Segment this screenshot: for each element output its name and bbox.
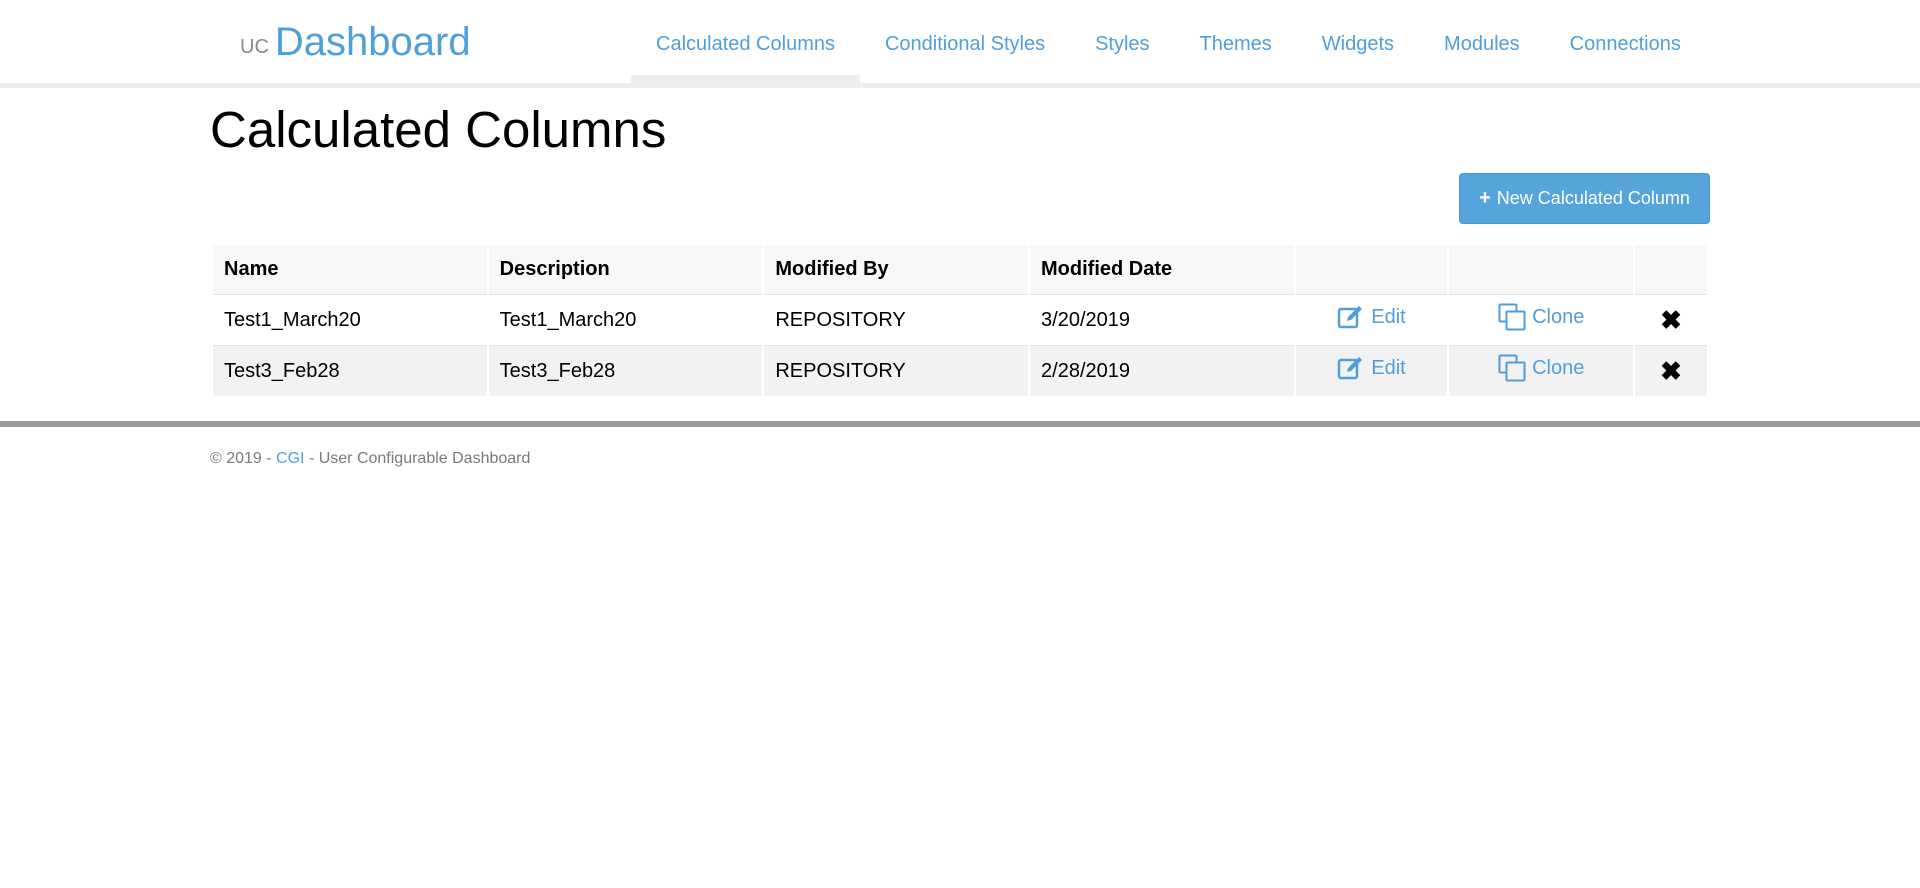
cell-edit: Edit <box>1295 294 1448 345</box>
edit-label: Edit <box>1371 305 1406 328</box>
table-row: Test3_Feb28 Test3_Feb28 REPOSITORY 2/28/… <box>213 345 1707 396</box>
header-edit <box>1295 245 1448 294</box>
nav-item-themes[interactable]: Themes <box>1175 0 1297 88</box>
nav-item-widgets[interactable]: Widgets <box>1297 0 1419 88</box>
clone-icon <box>1498 354 1526 382</box>
nav-item-modules[interactable]: Modules <box>1419 0 1545 88</box>
clone-label: Clone <box>1532 356 1585 379</box>
nav-item-connections[interactable]: Connections <box>1545 0 1706 88</box>
footer-app-name: - User Configurable Dashboard <box>304 450 531 467</box>
cell-delete: ✖ <box>1635 345 1707 396</box>
clone-button[interactable]: Clone <box>1498 354 1584 382</box>
top-navbar: UC Dashboard Calculated Columns Condition… <box>0 0 1920 88</box>
cell-clone: Clone <box>1449 345 1634 396</box>
cell-modified-by: REPOSITORY <box>764 294 1029 345</box>
header-modified-date[interactable]: Modified Date <box>1030 245 1294 294</box>
cell-clone: Clone <box>1449 294 1634 345</box>
edit-label: Edit <box>1371 356 1406 379</box>
nav-item-calculated-columns[interactable]: Calculated Columns <box>631 0 860 88</box>
cell-description: Test3_Feb28 <box>488 345 763 396</box>
clone-button[interactable]: Clone <box>1498 303 1584 331</box>
header-modified-by[interactable]: Modified By <box>764 245 1029 294</box>
cell-modified-date: 2/28/2019 <box>1030 345 1294 396</box>
cell-delete: ✖ <box>1635 294 1707 345</box>
brand-name: Dashboard <box>274 20 471 64</box>
header-clone <box>1449 245 1634 294</box>
close-icon[interactable]: ✖ <box>1660 356 1682 386</box>
main-nav: Calculated Columns Conditional Styles St… <box>631 0 1706 88</box>
cell-name: Test1_March20 <box>213 294 487 345</box>
clone-icon <box>1498 303 1526 331</box>
cell-modified-date: 3/20/2019 <box>1030 294 1294 345</box>
edit-icon <box>1337 306 1363 329</box>
clone-label: Clone <box>1532 305 1585 328</box>
header-description[interactable]: Description <box>488 245 763 294</box>
plus-icon: + <box>1479 187 1491 209</box>
edit-icon <box>1337 357 1363 380</box>
table-row: Test1_March20 Test1_March20 REPOSITORY 3… <box>213 294 1707 345</box>
close-icon[interactable]: ✖ <box>1660 305 1682 335</box>
header-delete <box>1635 245 1707 294</box>
page-title: Calculated Columns <box>210 101 667 158</box>
footer: © 2019 - CGI - User Configurable Dashboa… <box>210 450 530 468</box>
footer-copyright: © 2019 - <box>210 450 277 467</box>
cell-description: Test1_March20 <box>488 294 763 345</box>
footer-company-link[interactable]: CGI <box>276 450 304 467</box>
calculated-columns-table: Name Description Modified By Modified Da… <box>211 245 1709 396</box>
edit-button[interactable]: Edit <box>1337 356 1406 380</box>
footer-divider <box>0 421 1920 427</box>
brand-prefix: UC <box>240 36 269 58</box>
cell-name: Test3_Feb28 <box>213 345 487 396</box>
cell-edit: Edit <box>1295 345 1448 396</box>
new-calculated-column-button[interactable]: + New Calculated Column <box>1459 173 1710 224</box>
table-header-row: Name Description Modified By Modified Da… <box>213 245 1707 294</box>
edit-button[interactable]: Edit <box>1337 305 1406 329</box>
nav-item-conditional-styles[interactable]: Conditional Styles <box>860 0 1070 88</box>
nav-item-styles[interactable]: Styles <box>1070 0 1174 88</box>
header-name[interactable]: Name <box>213 245 487 294</box>
new-calculated-column-label: New Calculated Column <box>1496 188 1690 208</box>
brand-logo[interactable]: UC Dashboard <box>240 20 471 65</box>
cell-modified-by: REPOSITORY <box>764 345 1029 396</box>
